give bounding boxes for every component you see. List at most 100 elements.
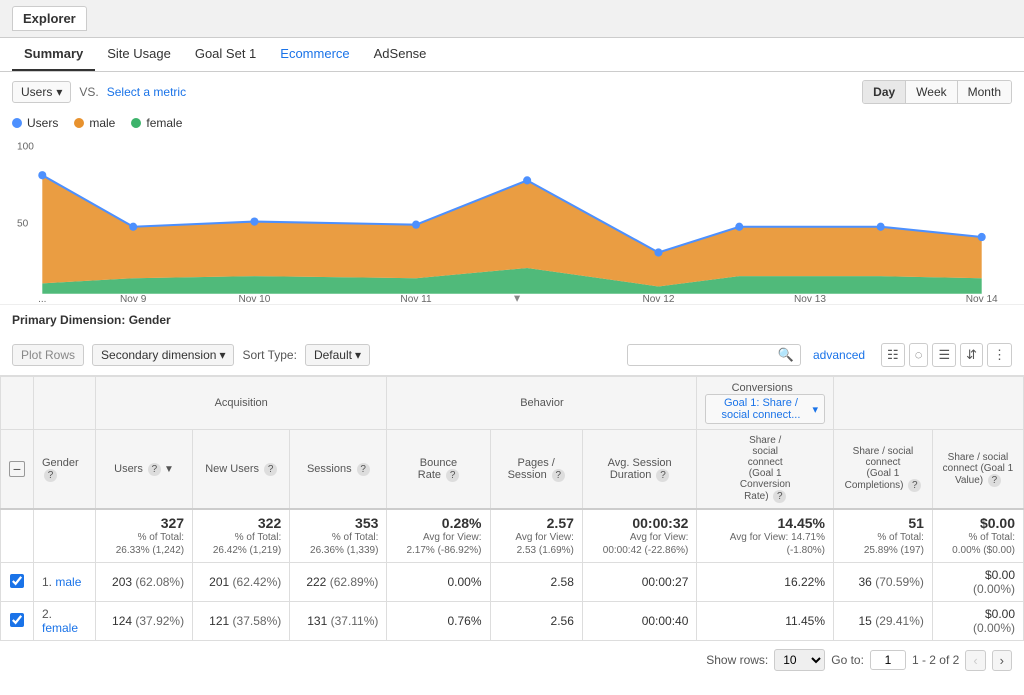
row2-sessions-pct: (37.11%)	[331, 614, 379, 628]
row1-new-users-pct: (62.42%)	[233, 575, 282, 589]
row2-bounce: 0.76%	[387, 602, 490, 641]
compare-view-icon[interactable]: ⇵	[960, 343, 983, 367]
total-sessions: 353 % of Total: 26.36% (1,339)	[290, 509, 387, 563]
row2-check-cell	[1, 602, 34, 641]
goto-page-input[interactable]	[870, 650, 906, 670]
row1-users: 203 (62.08%)	[95, 563, 192, 602]
total-pages-sub: Avg for View: 2.53 (1.69%)	[499, 531, 574, 557]
legend-label-users: Users	[27, 116, 58, 130]
search-input[interactable]	[634, 348, 774, 362]
pagination-bar: Show rows: 10 25 50 100 Go to: 1 - 2 of …	[0, 641, 1024, 679]
row2-avg: 00:00:40	[582, 602, 697, 641]
tab-summary[interactable]: Summary	[12, 38, 95, 71]
row2-goal-value-pct: (0.00%)	[973, 621, 1015, 635]
x-label-5: Nov 13	[794, 294, 826, 304]
row2-conv: 11.45%	[697, 602, 834, 641]
th-sessions: Sessions ?	[290, 430, 387, 510]
th-new-users: New Users ?	[193, 430, 290, 510]
row2-checkbox[interactable]	[10, 613, 24, 627]
select-metric-link[interactable]: Select a metric	[107, 85, 186, 99]
plot-rows-button[interactable]: Plot Rows	[12, 344, 84, 366]
row1-conv-val: 16.22%	[784, 575, 825, 589]
next-page-button[interactable]: ›	[992, 650, 1012, 671]
bounce-rate-help-icon[interactable]: ?	[446, 469, 459, 482]
globe-view-icon[interactable]: ◌	[909, 343, 929, 367]
total-bounce-val: 0.28%	[395, 515, 481, 531]
time-btn-week[interactable]: Week	[906, 81, 957, 103]
row2-completions-val: 15	[859, 614, 872, 628]
datapoint-8	[978, 233, 986, 241]
th-completions-label: Share / socialconnect(Goal 1Completions)	[845, 446, 914, 491]
row1-new-users: 201 (62.42%)	[193, 563, 290, 602]
datapoint-3	[412, 221, 420, 229]
tab-ecommerce[interactable]: Ecommerce	[268, 38, 361, 71]
total-new-users-sub: % of Total: 26.42% (1,219)	[201, 531, 281, 557]
prev-page-button[interactable]: ‹	[965, 650, 985, 671]
row2-num: 2.	[42, 607, 52, 621]
new-users-help-icon[interactable]: ?	[264, 463, 277, 476]
th-behavior: Behavior	[387, 377, 697, 430]
time-btn-month[interactable]: Month	[958, 81, 1011, 103]
total-pages-val: 2.57	[499, 515, 574, 531]
total-completions-val: 51	[842, 515, 924, 531]
total-conv-val: 14.45%	[705, 515, 825, 531]
total-sessions-sub: % of Total: 26.36% (1,339)	[298, 531, 378, 557]
th-conv-rate: Share /socialconnect(Goal 1ConversionRat…	[697, 430, 834, 510]
row2-gender-link[interactable]: female	[42, 621, 78, 635]
sort-type-chevron: ▾	[355, 348, 361, 362]
total-row: 327 % of Total: 26.33% (1,242) 322 % of …	[1, 509, 1024, 563]
x-label-6: Nov 14	[966, 294, 998, 304]
th-gender-label: Gender	[42, 457, 79, 469]
datapoint-5	[654, 248, 662, 256]
th-gender-spacer	[34, 377, 96, 430]
list-view-icon[interactable]: ☰	[932, 343, 956, 367]
users-help-icon[interactable]: ?	[148, 463, 161, 476]
tab-goal-set-1[interactable]: Goal Set 1	[183, 38, 268, 71]
th-pages-session-label: Pages /Session	[508, 457, 555, 481]
total-bounce: 0.28% Avg for View: 2.17% (-86.92%)	[387, 509, 490, 563]
tab-adsense[interactable]: AdSense	[362, 38, 439, 71]
datapoint-1	[129, 223, 137, 231]
vs-label: VS.	[79, 85, 98, 99]
legend-dot-male	[74, 118, 84, 128]
pages-session-help-icon[interactable]: ?	[552, 469, 565, 482]
advanced-link[interactable]: advanced	[813, 348, 865, 362]
row1-avg: 00:00:27	[582, 563, 697, 602]
controls-left: Users ▾ VS. Select a metric	[12, 81, 186, 103]
tab-bar: Summary Site Usage Goal Set 1 Ecommerce …	[0, 38, 1024, 72]
completions-help-icon[interactable]: ?	[908, 479, 921, 492]
metric-dropdown[interactable]: Users ▾	[12, 81, 71, 103]
row1-checkbox[interactable]	[10, 574, 24, 588]
goal-dropdown-label: Goal 1: Share / social connect...	[712, 397, 809, 421]
avg-session-help-icon[interactable]: ?	[656, 469, 669, 482]
row2-conv-val: 11.45%	[785, 614, 825, 628]
th-gender: Gender ?	[34, 430, 96, 510]
goal-dropdown[interactable]: Goal 1: Share / social connect... ▾	[705, 394, 825, 424]
goal-value-help-icon[interactable]: ?	[988, 474, 1001, 487]
th-avg-session: Avg. SessionDuration ?	[582, 430, 697, 510]
grid-view-icon[interactable]: ☷	[881, 343, 905, 367]
sessions-help-icon[interactable]: ?	[357, 463, 370, 476]
sort-type-dropdown[interactable]: Default ▾	[305, 344, 370, 366]
pivot-view-icon[interactable]: ⋮	[987, 343, 1012, 367]
minus-toggle[interactable]: −	[9, 461, 25, 477]
row2-label: 2. female	[34, 602, 96, 641]
secondary-dimension-dropdown[interactable]: Secondary dimension ▾	[92, 344, 234, 366]
users-sort-arrow[interactable]: ▼	[164, 464, 174, 475]
time-btn-day[interactable]: Day	[863, 81, 906, 103]
rows-per-page-select[interactable]: 10 25 50 100	[774, 649, 825, 671]
legend-female: female	[131, 116, 182, 130]
tab-site-usage[interactable]: Site Usage	[95, 38, 183, 71]
line-chart: 100 50 ... Nov 9 Nov 10 Nov 11 Nov 12 No…	[12, 134, 1012, 304]
total-users-val: 327	[104, 515, 184, 531]
datapoint-7	[877, 223, 885, 231]
conv-rate-help-icon[interactable]: ?	[773, 490, 786, 503]
row1-gender-link[interactable]: male	[55, 575, 81, 589]
total-new-users: 322 % of Total: 26.42% (1,219)	[193, 509, 290, 563]
th-completions: Share / socialconnect(Goal 1Completions)…	[834, 430, 933, 510]
total-new-users-val: 322	[201, 515, 281, 531]
gender-help-icon[interactable]: ?	[44, 469, 57, 482]
row2-sessions: 131 (37.11%)	[290, 602, 387, 641]
total-label-cell	[34, 509, 96, 563]
row2-new-users: 121 (37.58%)	[193, 602, 290, 641]
